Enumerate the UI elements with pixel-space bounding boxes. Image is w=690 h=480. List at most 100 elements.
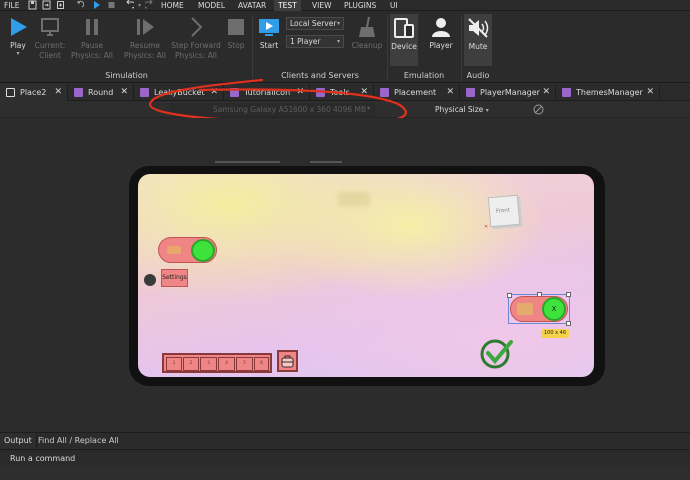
undo-dropdown-icon[interactable]: ▾: [138, 0, 144, 11]
device-name: Samsung Galaxy A51: [213, 105, 294, 114]
stop-small-icon[interactable]: [107, 0, 116, 11]
file-tab-tools[interactable]: Tools ✕: [310, 84, 374, 101]
close-icon[interactable]: ✕: [296, 84, 304, 101]
tab-plugins[interactable]: PLUGINS: [340, 0, 380, 11]
close-icon[interactable]: ✕: [542, 84, 550, 101]
cleanup-button[interactable]: Cleanup: [350, 15, 384, 51]
cleanup-label: Cleanup: [351, 41, 383, 50]
script-icon: [466, 88, 475, 97]
ribbon: Play ▾ Current: Client Pause Physics: Al…: [0, 11, 690, 83]
part-face-label: Front: [495, 207, 511, 215]
faded-title: [338, 192, 370, 206]
step-forward-icon: [184, 15, 208, 39]
game-viewport[interactable]: Settings Front ✕ X 100 x 46 1 2 3 4 5 6: [0, 118, 690, 431]
current-client-button[interactable]: Current: Client: [33, 15, 67, 61]
hotbar-slot[interactable]: 4: [218, 357, 235, 371]
command-bar[interactable]: Run a command: [0, 449, 690, 467]
device-selector[interactable]: Samsung Galaxy A51 600 x 360 4096 MB ▾: [170, 103, 376, 117]
file-tab-tutorialicon[interactable]: TutorialIcon ✕: [224, 84, 310, 101]
size-mode-select[interactable]: Physical Size ▾: [435, 105, 489, 114]
resize-handle[interactable]: [566, 321, 571, 326]
play-dropdown-icon[interactable]: ▾: [4, 51, 32, 57]
file-tab-placement[interactable]: Placement ✕: [374, 84, 460, 101]
players-select[interactable]: 1 Player ▾: [286, 35, 344, 48]
stop-button[interactable]: Stop: [223, 15, 249, 51]
part-cube[interactable]: Front: [487, 194, 521, 228]
undo-arrow-icon[interactable]: [125, 0, 136, 11]
device-button[interactable]: Device: [390, 14, 418, 66]
file-menu[interactable]: FILE: [4, 0, 19, 11]
file-tab-themesmanager[interactable]: ThemesManager ✕: [556, 84, 660, 101]
game-screen[interactable]: Settings Front ✕ X 100 x 46 1 2 3 4 5 6: [138, 174, 594, 377]
settings-button[interactable]: Settings: [161, 269, 188, 287]
play-small-icon[interactable]: [92, 0, 101, 11]
close-icon[interactable]: ✕: [360, 84, 368, 101]
checkmark-icon[interactable]: [480, 336, 514, 370]
chevron-down-icon: ▾: [336, 20, 340, 27]
ribbon-separator: [461, 15, 462, 81]
tab-ui[interactable]: UI: [386, 0, 402, 11]
toggle-knob[interactable]: [191, 239, 215, 262]
backpack-icon: [281, 355, 294, 368]
hotbar-slot[interactable]: 2: [183, 357, 199, 371]
start-label: Start: [259, 41, 279, 50]
play-button[interactable]: Play ▾: [4, 15, 32, 57]
start-button[interactable]: Start: [256, 15, 282, 51]
close-icon[interactable]: ✕: [54, 84, 62, 101]
size-tag: 100 x 46: [541, 329, 570, 338]
tab-avatar[interactable]: AVATAR: [234, 0, 270, 11]
file-tab-leakybucket[interactable]: LeakyBucket ✕: [134, 84, 224, 101]
hotbar-slot[interactable]: 1: [166, 357, 182, 371]
theme-toggle[interactable]: X: [510, 296, 568, 322]
pause-label: Pause: [80, 41, 104, 50]
close-icon[interactable]: ✕: [446, 84, 454, 101]
resume-button[interactable]: Resume Physics: All: [124, 15, 166, 61]
broom-icon: [355, 15, 379, 39]
player-button[interactable]: Player: [426, 15, 456, 51]
file-tab-label: PlayerManager: [480, 88, 540, 97]
mute-icon: [466, 16, 490, 40]
tab-home[interactable]: HOME: [157, 0, 188, 11]
mute-button[interactable]: Mute: [464, 14, 492, 66]
bookmark-icon[interactable]: [56, 0, 65, 11]
toggle-knob[interactable]: X: [542, 297, 566, 321]
place-icon: [6, 88, 15, 97]
start-icon: [257, 15, 281, 39]
ribbon-separator: [387, 15, 388, 81]
rotate-device-icon[interactable]: [533, 104, 544, 115]
publish-icon[interactable]: [42, 0, 51, 11]
mute-label: Mute: [468, 42, 488, 51]
hotbar-slot[interactable]: 5: [236, 357, 253, 371]
close-icon[interactable]: ✕: [210, 84, 218, 101]
step-forward-physics-label: Physics: All: [175, 51, 217, 60]
hotbar-slot[interactable]: 3: [200, 357, 217, 371]
command-input[interactable]: Run a command: [10, 450, 75, 468]
output-tab[interactable]: Output: [0, 433, 37, 448]
emulation-group-label: Emulation: [403, 71, 445, 80]
save-icon[interactable]: [28, 0, 37, 11]
pause-button[interactable]: Pause Physics: All: [71, 15, 113, 61]
close-icon[interactable]: ✕: [646, 84, 654, 101]
resize-handle[interactable]: [566, 292, 571, 297]
resize-handle[interactable]: [507, 293, 512, 298]
device-resolution: 600 x 360: [293, 105, 331, 114]
audio-group-label: Audio: [466, 71, 490, 80]
inventory-button[interactable]: [277, 350, 298, 372]
file-tab-playermanager[interactable]: PlayerManager ✕: [460, 84, 556, 101]
tab-test[interactable]: TEST: [274, 0, 301, 11]
hotbar-slot[interactable]: 6: [254, 357, 269, 371]
server-select[interactable]: Local Server ▾: [286, 17, 344, 30]
close-icon[interactable]: ✕: [120, 84, 128, 101]
undo-icon[interactable]: [75, 0, 85, 11]
menu-bar: FILE ▾ HOME MODEL AVATAR TEST VIEW PLUGI…: [0, 0, 690, 11]
find-replace-tab[interactable]: Find All / Replace All: [38, 433, 119, 448]
step-forward-button[interactable]: Step Forward Physics: All: [170, 15, 222, 61]
music-toggle[interactable]: [158, 237, 217, 263]
toggle-knob-label: X: [551, 305, 557, 313]
viewport-ruler: [310, 161, 342, 163]
tab-model[interactable]: MODEL: [194, 0, 229, 11]
redo-icon[interactable]: [143, 0, 154, 11]
file-tab-place2[interactable]: Place2 ✕: [0, 84, 68, 101]
tab-view[interactable]: VIEW: [308, 0, 336, 11]
file-tab-round[interactable]: Round ✕: [68, 84, 134, 101]
